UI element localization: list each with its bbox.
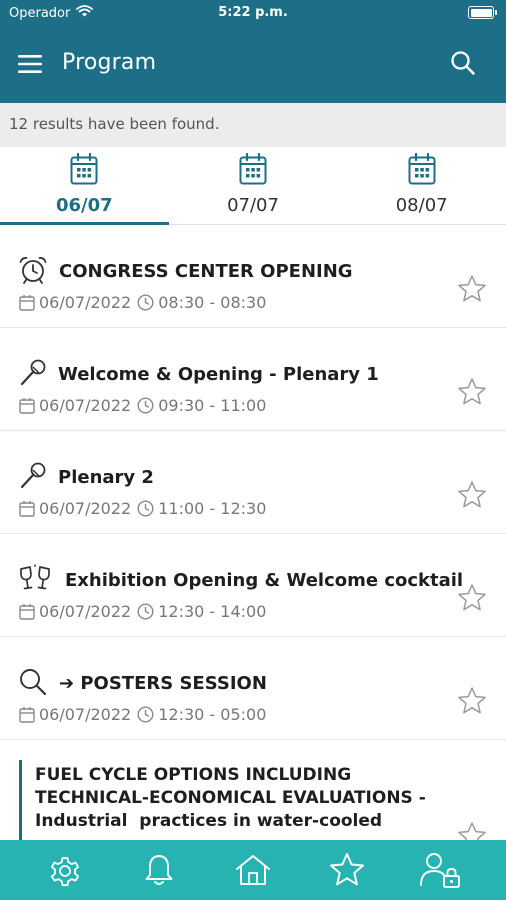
calendar-small-icon [19, 294, 35, 311]
calendar-icon [408, 152, 436, 189]
item-time: 08:30 - 08:30 [158, 293, 267, 312]
list-item[interactable]: ➔ POSTERS SESSION 06/07/2022 12:30 - 05:… [0, 637, 506, 740]
status-time: 5:22 p.m. [218, 5, 288, 20]
alarm-clock-icon [18, 255, 48, 285]
session-title: FUEL CYCLE OPTIONS INCLUDING TECHNICAL-E… [35, 764, 435, 833]
hamburger-menu-icon[interactable] [16, 50, 44, 78]
notification-bell-icon[interactable] [134, 845, 184, 895]
clock-small-icon [137, 294, 154, 311]
calendar-small-icon [19, 603, 35, 620]
favorite-star-icon[interactable] [456, 479, 488, 511]
search-icon[interactable] [448, 48, 478, 78]
item-time: 12:30 - 05:00 [158, 705, 267, 724]
program-list[interactable]: CONGRESS CENTER OPENING 06/07/2022 08:30… [0, 225, 506, 840]
clock-small-icon [137, 603, 154, 620]
session-title-line: FUEL CYCLE OPTIONS INCLUDING [35, 765, 352, 785]
date-tabs: 06/07 07/07 08/07 [0, 147, 506, 225]
tab-label: 06/07 [56, 195, 113, 216]
item-date: 06/07/2022 [39, 293, 132, 312]
list-item[interactable]: CONGRESS CENTER OPENING 06/07/2022 08:30… [0, 225, 506, 328]
battery-icon [468, 6, 497, 19]
calendar-small-icon [19, 500, 35, 517]
item-date: 06/07/2022 [39, 396, 132, 415]
clock-small-icon [137, 397, 154, 414]
clock-small-icon [137, 500, 154, 517]
calendar-small-icon [19, 397, 35, 414]
calendar-icon [70, 152, 98, 189]
list-item[interactable]: Exhibition Opening & Welcome cocktail 06… [0, 534, 506, 637]
list-item-session[interactable]: FUEL CYCLE OPTIONS INCLUDING TECHNICAL-E… [0, 740, 506, 840]
app-header: Program [0, 26, 506, 103]
favorite-star-icon[interactable] [456, 376, 488, 408]
tab-date-2[interactable]: 07/07 [169, 147, 338, 224]
tab-label: 07/07 [227, 195, 279, 216]
tab-date-1[interactable]: 06/07 [0, 147, 169, 225]
tab-date-3[interactable]: 08/07 [337, 147, 506, 224]
item-date: 06/07/2022 [39, 499, 132, 518]
list-item[interactable]: Welcome & Opening - Plenary 1 06/07/2022… [0, 328, 506, 431]
session-accent-bar [19, 760, 22, 840]
favorite-star-icon[interactable] [456, 685, 488, 717]
list-item[interactable]: Plenary 2 06/07/2022 11:00 - 12:30 [0, 431, 506, 534]
item-time: 12:30 - 14:00 [158, 602, 267, 621]
item-title: CONGRESS CENTER OPENING [59, 261, 353, 282]
favorite-star-icon[interactable] [456, 582, 488, 614]
item-title: Exhibition Opening & Welcome cocktail [65, 570, 464, 591]
home-icon[interactable] [228, 845, 278, 895]
settings-gear-icon[interactable] [40, 845, 90, 895]
calendar-small-icon [19, 706, 35, 723]
session-title-line: Industrial practices in water-cooled [35, 811, 383, 831]
page-title: Program [62, 50, 157, 75]
item-date: 06/07/2022 [39, 705, 132, 724]
magnifier-icon [18, 667, 48, 697]
item-meta: 06/07/2022 09:30 - 11:00 [19, 396, 266, 415]
item-meta: 06/07/2022 12:30 - 14:00 [19, 602, 266, 621]
microphone-icon [18, 358, 48, 388]
item-date: 06/07/2022 [39, 602, 132, 621]
item-meta: 06/07/2022 08:30 - 08:30 [19, 293, 266, 312]
item-meta: 06/07/2022 11:00 - 12:30 [19, 499, 266, 518]
cocktail-glasses-icon [18, 564, 50, 594]
calendar-icon [239, 152, 267, 189]
item-title: ➔ POSTERS SESSION [59, 673, 267, 694]
item-time: 11:00 - 12:30 [158, 499, 267, 518]
favorites-star-icon[interactable] [322, 845, 372, 895]
clock-small-icon [137, 706, 154, 723]
status-bar: Operador 5:22 p.m. [0, 0, 506, 26]
bottom-nav [0, 840, 506, 900]
item-title: Plenary 2 [58, 467, 154, 488]
item-meta: 06/07/2022 12:30 - 05:00 [19, 705, 266, 724]
item-title: Welcome & Opening - Plenary 1 [58, 364, 379, 385]
microphone-icon [18, 461, 48, 491]
favorite-star-icon[interactable] [456, 820, 488, 840]
favorite-star-icon[interactable] [456, 273, 488, 305]
session-title-line: TECHNICAL-ECONOMICAL EVALUATIONS - [35, 788, 426, 808]
item-time: 09:30 - 11:00 [158, 396, 267, 415]
tab-label: 08/07 [395, 195, 448, 216]
user-lock-icon[interactable] [416, 845, 466, 895]
results-count: 12 results have been found. [0, 103, 506, 147]
